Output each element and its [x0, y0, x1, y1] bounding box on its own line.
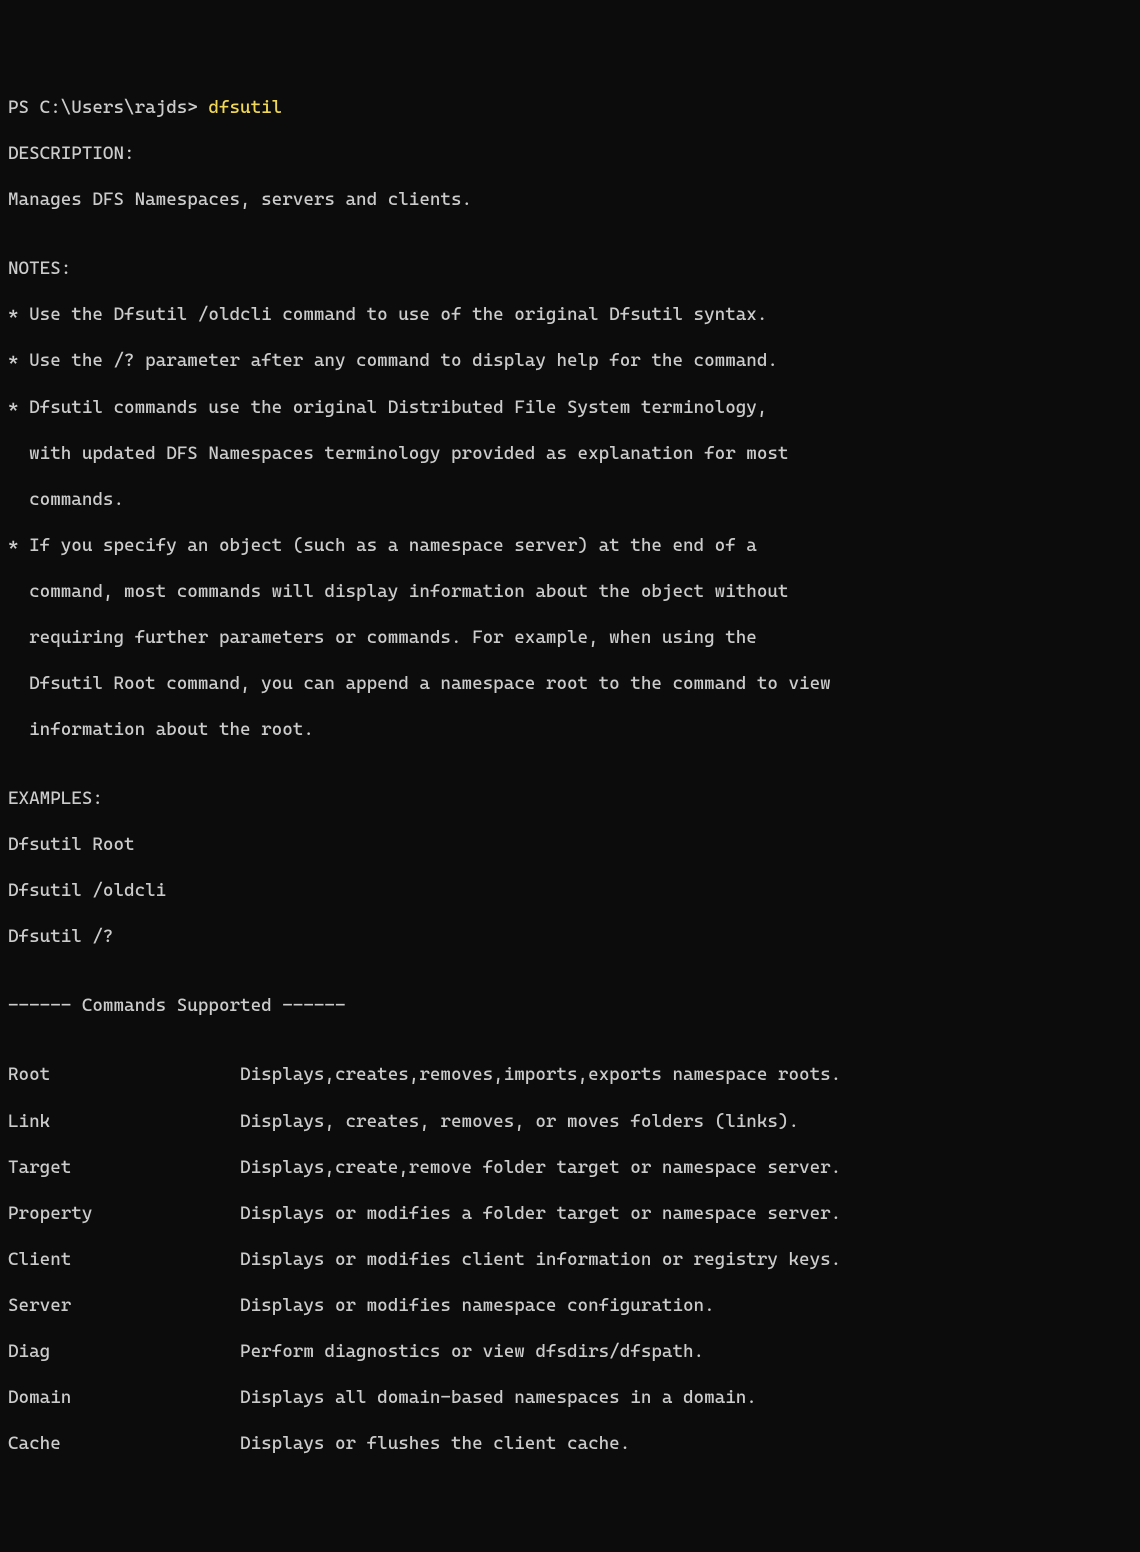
- notes-header: NOTES:: [8, 257, 1132, 280]
- note-line: * Dfsutil commands use the original Dist…: [8, 396, 1132, 419]
- description-header: DESCRIPTION:: [8, 142, 1132, 165]
- note-line: Dfsutil Root command, you can append a n…: [8, 672, 1132, 695]
- note-line: * Use the /? parameter after any command…: [8, 349, 1132, 372]
- commands-supported-header: ------ Commands Supported ------: [8, 994, 1132, 1017]
- command-row: Diag Perform diagnostics or view dfsdirs…: [8, 1340, 1132, 1363]
- description-text: Manages DFS Namespaces, servers and clie…: [8, 188, 1132, 211]
- note-line: * If you specify an object (such as a na…: [8, 534, 1132, 557]
- note-line: requiring further parameters or commands…: [8, 626, 1132, 649]
- command-row: Cache Displays or flushes the client cac…: [8, 1432, 1132, 1455]
- note-line: * Use the Dfsutil /oldcli command to use…: [8, 303, 1132, 326]
- note-line: with updated DFS Namespaces terminology …: [8, 442, 1132, 465]
- note-line: information about the root.: [8, 718, 1132, 741]
- example-line: Dfsutil /oldcli: [8, 879, 1132, 902]
- command-row: Root Displays,creates,removes,imports,ex…: [8, 1063, 1132, 1086]
- command-row: Property Displays or modifies a folder t…: [8, 1202, 1132, 1225]
- command-row: Server Displays or modifies namespace co…: [8, 1294, 1132, 1317]
- command-row: Domain Displays all domain-based namespa…: [8, 1386, 1132, 1409]
- command-row: Target Displays,create,remove folder tar…: [8, 1156, 1132, 1179]
- note-line: commands.: [8, 488, 1132, 511]
- command-row: Link Displays, creates, removes, or move…: [8, 1110, 1132, 1133]
- note-line: command, most commands will display info…: [8, 580, 1132, 603]
- prompt: PS C:\Users\rajds>: [8, 97, 208, 118]
- command-input[interactable]: dfsutil: [208, 97, 282, 118]
- command-row: Client Displays or modifies client infor…: [8, 1248, 1132, 1271]
- example-line: Dfsutil Root: [8, 833, 1132, 856]
- example-line: Dfsutil /?: [8, 925, 1132, 948]
- examples-header: EXAMPLES:: [8, 787, 1132, 810]
